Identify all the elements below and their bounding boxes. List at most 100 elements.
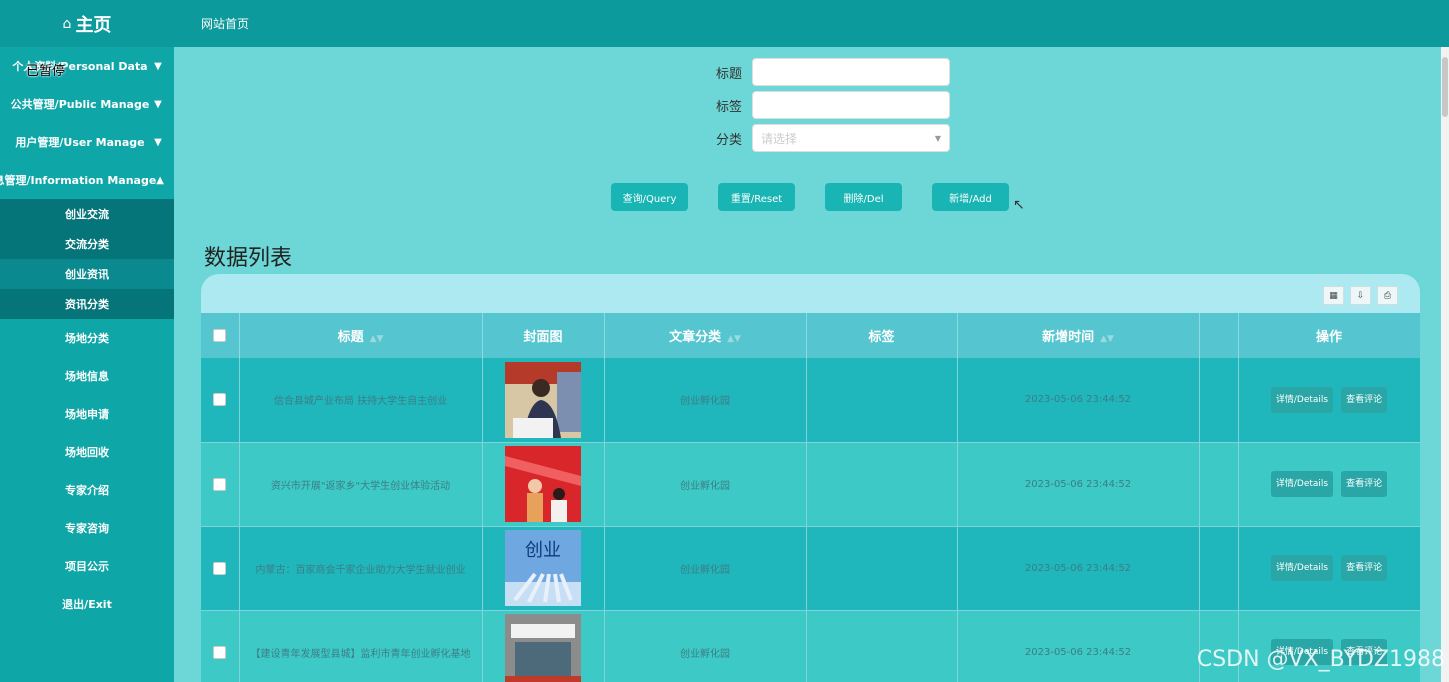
row-time: 2023-05-06 23:44:52: [957, 442, 1200, 527]
sort-icon: ▲▼: [369, 334, 384, 344]
row-checkbox-cell: [201, 526, 240, 611]
sidebar-item-venue-category[interactable]: 场地分类: [0, 319, 174, 357]
row-cover: [482, 610, 605, 682]
row-tag: [806, 442, 958, 527]
row-category: 创业孵化园: [604, 526, 807, 611]
row-spacer: [1199, 358, 1239, 443]
header-time[interactable]: 新增时间 ▲▼: [957, 313, 1200, 358]
sidebar-item-venue-info[interactable]: 场地信息: [0, 357, 174, 395]
row-actions: 详情/Details 查看评论: [1238, 358, 1420, 443]
tag-label: 标签: [715, 99, 742, 115]
header-category[interactable]: 文章分类 ▲▼: [604, 313, 807, 358]
header-title[interactable]: 标题 ▲▼: [239, 313, 483, 358]
row-actions: 详情/Details 查看评论: [1238, 442, 1420, 527]
sidebar-item-expert-consult[interactable]: 专家咨询: [0, 509, 174, 547]
sidebar-item-exit[interactable]: 退出/Exit: [0, 585, 174, 623]
sidebar-subitem-exchange-category[interactable]: 交流分类: [0, 229, 174, 259]
row-time: 2023-05-06 23:44:52: [957, 610, 1200, 682]
row-checkbox[interactable]: [213, 561, 227, 575]
print-icon[interactable]: ⎙: [1377, 286, 1398, 305]
category-placeholder: 请选择: [761, 131, 798, 146]
sidebar-item-label: 用户管理/User Manage: [15, 136, 145, 149]
row-category: 创业孵化园: [604, 358, 807, 443]
table-row: 内蒙古：百家商会千家企业助力大学生就业创业 创业 创业孵化园 2023-05-0…: [201, 526, 1420, 611]
row-checkbox[interactable]: [213, 477, 227, 491]
export-icon[interactable]: ⇩: [1350, 286, 1371, 305]
sidebar-item-public-manage[interactable]: 公共管理/Public Manage ▼: [0, 85, 174, 123]
sidebar-item-user-manage[interactable]: 用户管理/User Manage ▼: [0, 123, 174, 161]
sidebar-item-venue-recovery[interactable]: 场地回收: [0, 433, 174, 471]
table-header-row: 标题 ▲▼ 封面图 文章分类 ▲▼ 标签 新增时间 ▲▼ 操作: [201, 313, 1420, 358]
view-comments-button[interactable]: 查看评论: [1341, 386, 1388, 413]
row-title: 【建设青年发展型县城】监利市青年创业孵化基地: [239, 610, 483, 682]
chevron-up-icon: ▲: [156, 174, 164, 186]
row-checkbox[interactable]: [213, 393, 227, 407]
title-label: 标题: [715, 66, 742, 82]
row-time: 2023-05-06 23:44:52: [957, 526, 1200, 611]
sidebar-item-label: 个人资料/Personal Data: [12, 60, 148, 73]
row-checkbox-cell: [201, 610, 240, 682]
scrollbar-thumb[interactable]: [1442, 57, 1448, 117]
header-actions: 操作: [1238, 313, 1420, 358]
sidebar-item-information-manage[interactable]: 信息管理/Information Manage ▲: [0, 161, 174, 199]
brand[interactable]: ⌂ 主页: [0, 0, 174, 47]
row-checkbox[interactable]: [213, 645, 227, 659]
select-all-checkbox[interactable]: [213, 329, 227, 342]
cover-image: [505, 614, 581, 682]
sidebar-subitem-startup-news[interactable]: 创业资讯: [0, 259, 174, 289]
page-scrollbar[interactable]: [1441, 47, 1449, 682]
sidebar-item-project-notice[interactable]: 项目公示: [0, 547, 174, 585]
header-cover: 封面图: [482, 313, 605, 358]
details-button[interactable]: 详情/Details: [1270, 555, 1334, 581]
sidebar-subitem-news-category[interactable]: 资讯分类: [0, 289, 174, 319]
view-comments-button[interactable]: 查看评论: [1341, 471, 1388, 497]
row-title: 内蒙古：百家商会千家企业助力大学生就业创业: [239, 526, 483, 611]
table-row: 资兴市开展"返家乡"大学生创业体验活动 创业孵化园 2023-05-06 23:…: [201, 442, 1420, 527]
sort-icon: ▲▼: [1100, 334, 1114, 344]
row-cover: 创业: [482, 526, 605, 611]
row-tag: [806, 610, 958, 682]
action-buttons: 查询/Query 重置/Reset 删除/Del 新增/Add: [611, 183, 1009, 211]
view-comments-button[interactable]: 查看评论: [1341, 555, 1388, 581]
tag-input[interactable]: [752, 91, 950, 119]
sidebar-item-expert-intro[interactable]: 专家介绍: [0, 471, 174, 509]
delete-button[interactable]: 删除/Del: [825, 183, 902, 211]
tag-row: 标签: [700, 91, 950, 119]
row-spacer: [1199, 526, 1239, 611]
row-tag: [806, 526, 958, 611]
title-input[interactable]: [752, 58, 950, 86]
sidebar-item-label: 信息管理/Information Manage: [0, 174, 157, 187]
add-button[interactable]: 新增/Add: [932, 183, 1009, 211]
details-button[interactable]: 详情/Details: [1270, 386, 1334, 413]
row-spacer: [1199, 442, 1239, 527]
data-table: 标题 ▲▼ 封面图 文章分类 ▲▼ 标签 新增时间 ▲▼ 操作 信合县城产业布局 扶持…: [201, 313, 1420, 682]
chevron-down-icon: ▼: [154, 60, 162, 72]
data-table-panel: ▦ ⇩ ⎙ 标题 ▲▼ 封面图 文章分类 ▲▼ 标签 新增时间 ▲▼ 操作 信合县城产…: [201, 274, 1420, 682]
sidebar: ⌂ 主页 个人资料/Personal Data ▼ 公共管理/Public Ma…: [0, 0, 174, 682]
site-home-link[interactable]: 网站首页: [201, 15, 249, 32]
reset-button[interactable]: 重置/Reset: [718, 183, 795, 211]
brand-title: 主页: [75, 14, 112, 36]
row-category: 创业孵化园: [604, 442, 807, 527]
chevron-down-icon: ▼: [154, 136, 162, 148]
row-category: 创业孵化园: [604, 610, 807, 682]
row-time: 2023-05-06 23:44:52: [957, 358, 1200, 443]
query-button[interactable]: 查询/Query: [611, 183, 688, 211]
chevron-down-icon: ▼: [154, 98, 162, 110]
sidebar-subitem-startup-exchange[interactable]: 创业交流: [0, 199, 174, 229]
table-toolbar: ▦ ⇩ ⎙: [1323, 286, 1398, 305]
caret-down-icon: ▼: [934, 133, 941, 143]
details-button[interactable]: 详情/Details: [1270, 471, 1334, 497]
sidebar-item-venue-application[interactable]: 场地申请: [0, 395, 174, 433]
category-select[interactable]: 请选择 ▼: [752, 124, 950, 152]
cover-image: 创业: [505, 530, 581, 606]
category-label: 分类: [715, 132, 742, 148]
watermark: CSDN @VX_BYDZ1988: [1196, 647, 1445, 672]
row-checkbox-cell: [201, 358, 240, 443]
table-row: 信合县城产业布局 扶持大学生自主创业 创业孵化园 2023-05-06 23:4…: [201, 358, 1420, 443]
mouse-cursor-icon: ↖: [1013, 197, 1025, 213]
cover-image: [505, 446, 581, 522]
columns-icon[interactable]: ▦: [1323, 286, 1344, 305]
top-bar: 网站首页: [174, 0, 1449, 47]
title-row: 标题: [700, 58, 950, 86]
